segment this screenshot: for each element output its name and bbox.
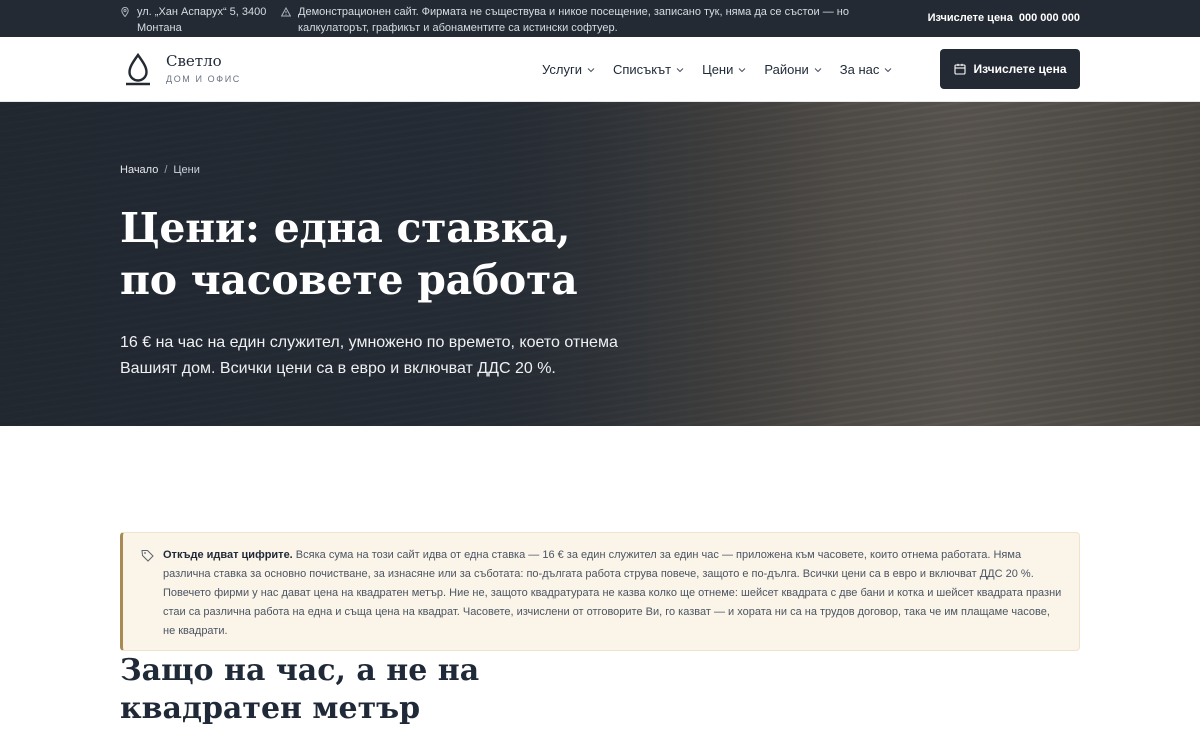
nav-item-services[interactable]: Услуги <box>542 62 595 77</box>
page-title: Цени: една ставка, по часовете работа <box>120 202 740 306</box>
hero-lead: 16 € на час на един служител, умножено п… <box>120 334 618 377</box>
calendar-icon <box>953 63 966 75</box>
nav-label[interactable]: За нас <box>840 62 880 77</box>
nav-label[interactable]: Райони <box>764 62 808 77</box>
nav-item-about[interactable]: За нас <box>840 62 893 77</box>
warning-icon <box>281 7 291 17</box>
address-text: ул. „Хан Аспарух“ 5, 3400 Монтана <box>137 6 267 34</box>
chevron-down-icon <box>676 67 684 72</box>
breadcrumb-home[interactable]: Начало <box>120 164 158 176</box>
section-heading: Защо на час, а не на квадратен метър <box>120 653 480 726</box>
topbar-cta[interactable]: Изчислете цена 000 000 000 <box>928 12 1080 24</box>
brand-name: Светло <box>166 52 222 70</box>
brand-tagline: ДОМ И ОФИС <box>166 74 241 84</box>
nav-label[interactable]: Цени <box>702 62 733 77</box>
page-title-line-1: Цени: една ставка, <box>120 204 571 252</box>
info-callout: Откъде идват цифрите. Всяка сума на този… <box>120 532 1080 651</box>
demo-notice: Демонстрационен сайт. Фирмата не съществ… <box>281 4 896 36</box>
breadcrumb: Начало / Цени <box>120 164 200 176</box>
brand-logo[interactable]: Светло ДОМ И ОФИС <box>120 51 241 87</box>
hero-banner: Начало / Цени Цени: една ставка, по часо… <box>0 102 1200 426</box>
nav-label[interactable]: Услуги <box>542 62 582 77</box>
site-header: Светло ДОМ И ОФИС Услуги Списъкът Цени Р… <box>0 37 1200 102</box>
callout-body: Всяка сума на този сайт идва от една ста… <box>163 549 1062 637</box>
chevron-down-icon <box>814 67 822 72</box>
main-nav: Услуги Списъкът Цени Райони За нас <box>542 62 892 77</box>
callout-text: Откъде идват цифрите. Всяка сума на този… <box>163 546 1063 641</box>
nav-item-list[interactable]: Списъкът <box>613 62 684 77</box>
water-drop-icon <box>126 52 150 86</box>
map-pin-icon <box>121 7 129 17</box>
nav-label[interactable]: Списъкът <box>613 62 671 77</box>
page-title-line-2: по часовете работа <box>120 256 578 304</box>
callout-heading: Откъде идват цифрите. <box>163 549 293 561</box>
calculate-price-button[interactable]: Изчислете цена <box>940 49 1080 89</box>
chevron-down-icon <box>738 67 746 72</box>
topbar-cta-label[interactable]: Изчислете цена <box>928 12 1013 24</box>
chevron-down-icon <box>587 67 595 72</box>
address: ул. „Хан Аспарух“ 5, 3400 Монтана <box>120 4 270 36</box>
nav-item-prices[interactable]: Цени <box>702 62 746 77</box>
demo-notice-text: Демонстрационен сайт. Фирмата не съществ… <box>298 6 849 34</box>
chevron-down-icon <box>885 67 892 72</box>
nav-item-areas[interactable]: Райони <box>764 62 822 77</box>
breadcrumb-current: Цени <box>173 164 200 176</box>
topbar-phone[interactable]: 000 000 000 <box>1019 12 1080 24</box>
calculate-price-label[interactable]: Изчислете цена <box>974 62 1067 76</box>
price-tag-icon <box>141 550 154 562</box>
top-bar: ул. „Хан Аспарух“ 5, 3400 Монтана Демонс… <box>0 0 1200 37</box>
breadcrumb-separator: / <box>164 164 168 176</box>
